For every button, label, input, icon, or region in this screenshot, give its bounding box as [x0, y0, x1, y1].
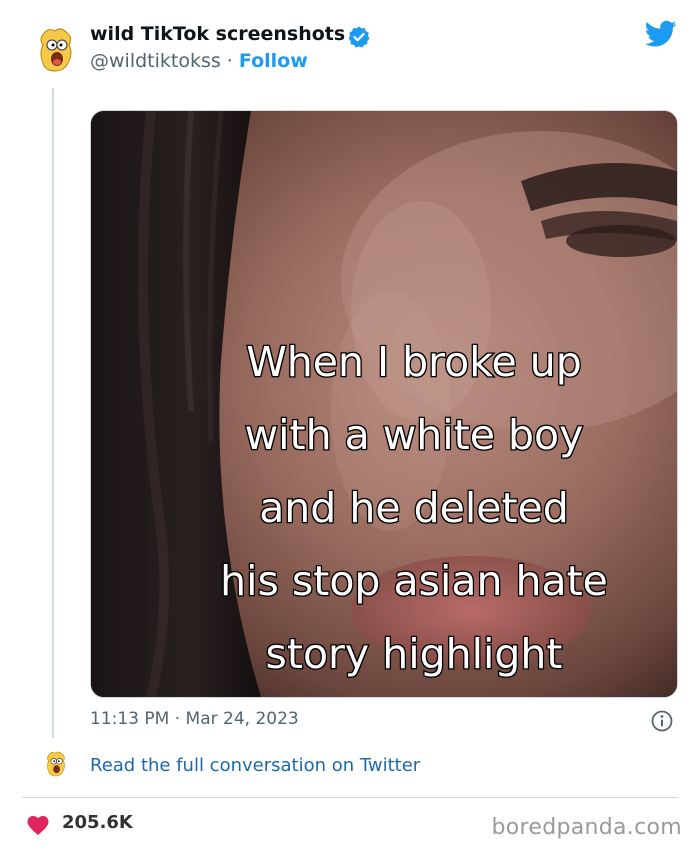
follow-link[interactable]: Follow: [239, 50, 308, 72]
profile-avatar[interactable]: [35, 27, 77, 73]
footer-divider: [22, 797, 678, 798]
profile-avatar-small[interactable]: [44, 749, 68, 779]
heart-icon[interactable]: [26, 814, 50, 836]
verified-badge-icon: [348, 26, 370, 48]
thread-line: [52, 88, 54, 738]
media-caption: When I broke up with a white boy and he …: [219, 337, 609, 680]
tweet-timestamp[interactable]: 11:13 PM · Mar 24, 2023: [90, 709, 299, 729]
watermark: boredpanda.com: [491, 815, 682, 840]
tweet-media-image[interactable]: When I broke up with a white boy and he …: [90, 110, 678, 698]
twitter-bird-icon[interactable]: [645, 20, 677, 48]
display-name[interactable]: wild TikTok screenshots: [90, 23, 345, 45]
read-full-conversation-link[interactable]: Read the full conversation on Twitter: [90, 755, 420, 776]
handle-row: @wildtiktokss · Follow: [90, 50, 308, 72]
handle[interactable]: @wildtiktokss: [90, 50, 221, 72]
info-icon[interactable]: [651, 710, 673, 732]
like-count: 205.6K: [62, 812, 133, 833]
handle-separator: ·: [220, 50, 239, 72]
